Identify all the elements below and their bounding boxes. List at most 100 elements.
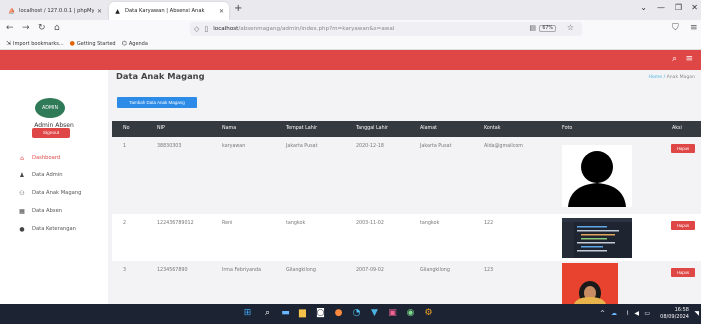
- menu-icon[interactable]: ≡: [690, 23, 698, 33]
- firefox-icon: ●: [69, 40, 75, 47]
- close-icon[interactable]: ✕: [219, 8, 224, 15]
- url-host: localhost: [213, 26, 239, 32]
- home-icon[interactable]: ⌂: [54, 23, 60, 33]
- cell-no: 2: [123, 221, 127, 226]
- bookmark-label: Import bookmarks...: [13, 40, 64, 47]
- network-icon[interactable]: ⌇: [626, 310, 629, 317]
- battery-icon[interactable]: ▭: [644, 310, 650, 317]
- sidebar-item-data-keterangan[interactable]: ● Data Keterangan: [0, 222, 108, 236]
- settings-gear-icon[interactable]: ⚙: [423, 308, 434, 319]
- hamburger-icon[interactable]: ≡: [685, 54, 693, 64]
- new-tab-icon[interactable]: +: [234, 3, 242, 14]
- url-bar[interactable]: ◇ ▯ localhost/absenmagang/admin/index.ph…: [190, 22, 582, 36]
- cell-tanggal-lahir: 2007-09-02: [356, 268, 384, 273]
- column-header-kontak[interactable]: Kontak: [484, 126, 500, 131]
- profile-silhouette-photo: [562, 145, 632, 207]
- info-icon: ●: [19, 225, 25, 233]
- column-header-tempat-lahir[interactable]: Tempat Lahir: [286, 126, 317, 131]
- sidebar-item-label: Dashboard: [32, 155, 61, 161]
- page-info-icon[interactable]: ▯: [204, 25, 208, 33]
- shield-icon[interactable]: ⛉: [672, 23, 679, 33]
- page-icon: ▲: [115, 7, 120, 15]
- cell-nip: 38830303: [157, 144, 182, 149]
- reload-icon[interactable]: ↻: [38, 23, 46, 33]
- import-icon: ⇲: [6, 40, 12, 47]
- cell-nama: karyawan: [222, 144, 246, 149]
- cell-alamat: tangkok: [420, 221, 440, 226]
- zoom-badge[interactable]: 67%: [539, 24, 556, 32]
- file-explorer-icon[interactable]: ▆: [297, 308, 308, 319]
- windows-start-icon[interactable]: ⊞: [242, 308, 253, 319]
- widgets-icon[interactable]: ▬: [280, 308, 291, 319]
- chevron-down-icon[interactable]: ⌄: [640, 3, 647, 12]
- column-header-tanggal-lahir[interactable]: Tanggal Lahir: [356, 126, 388, 131]
- chevron-up-icon[interactable]: ^: [600, 310, 605, 317]
- bookmark-import[interactable]: ⇲ Import bookmarks...: [6, 40, 64, 47]
- bookmark-label: Getting Started: [76, 40, 116, 47]
- hapus-button[interactable]: Hapus: [671, 268, 695, 277]
- cloud-icon[interactable]: ☁: [611, 310, 617, 317]
- maximize-icon[interactable]: ❐: [675, 3, 682, 12]
- column-header-no[interactable]: No: [123, 126, 130, 131]
- column-header-nip[interactable]: NIP: [157, 126, 165, 131]
- tab-data-karyawan[interactable]: ▲ Data Karyawan | Absensi Anak ✕: [109, 2, 229, 20]
- breadcrumb-current: Anak Magan: [666, 75, 695, 80]
- sidebar-item-data-admin[interactable]: ♟ Data Admin: [0, 168, 108, 182]
- sidebar-item-data-anak-magang[interactable]: ⚇ Data Anak Magang: [0, 186, 108, 200]
- column-header-foto[interactable]: Foto: [562, 126, 572, 131]
- search-icon[interactable]: ⌕: [672, 54, 677, 64]
- hapus-button[interactable]: Hapus: [671, 144, 695, 153]
- edge-icon[interactable]: ◔: [351, 308, 362, 319]
- sidebar-item-dashboard[interactable]: ⌂ Dashboard: [0, 151, 108, 165]
- shield-icon: ◇: [194, 25, 200, 33]
- sidebar-item-label: Data Anak Magang: [32, 190, 82, 196]
- phpmyadmin-icon: ⛵: [8, 7, 16, 15]
- back-icon[interactable]: ←: [6, 23, 14, 33]
- sidebar-item-label: Data Admin: [32, 172, 63, 178]
- column-header-nama[interactable]: Nama: [222, 126, 236, 131]
- camera-icon[interactable]: ◙: [315, 308, 326, 319]
- cell-alamat: Jakarta Pusat: [420, 144, 452, 149]
- sidebar-item-data-absen[interactable]: ▦ Data Absen: [0, 204, 108, 218]
- cell-nama: Reni: [222, 221, 233, 226]
- cell-tanggal-lahir: 2020-12-18: [356, 144, 384, 149]
- firefox-icon[interactable]: ●: [333, 308, 344, 319]
- sidebar-item-label: Data Absen: [32, 208, 63, 214]
- browser-tabbar: ⛵ localhost / 127.0.0.1 | phpMyA ✕ ▲ Dat…: [0, 0, 701, 20]
- breadcrumb-home[interactable]: Home: [649, 75, 663, 80]
- column-header-alamat[interactable]: Alamat: [420, 126, 437, 131]
- sidebar-item-label: Data Keterangan: [32, 226, 76, 232]
- app-icon[interactable]: ▣: [387, 308, 398, 319]
- reader-view-icon[interactable]: ▤: [529, 24, 536, 32]
- clock-date: 08/09/2024: [660, 314, 689, 320]
- bookmark-star-icon[interactable]: ☆: [567, 23, 574, 32]
- signout-button[interactable]: Signout: [32, 128, 70, 138]
- breadcrumb: Home / Anak Magan: [649, 75, 695, 80]
- cell-no: 3: [123, 268, 127, 273]
- store-icon[interactable]: ▼: [369, 308, 380, 319]
- hapus-button[interactable]: Hapus: [671, 221, 695, 230]
- clock-time: 16:58: [674, 307, 689, 313]
- cell-kontak: 122: [484, 221, 494, 226]
- cell-no: 1: [123, 144, 127, 149]
- column-header-aksi[interactable]: Aksi: [672, 126, 682, 131]
- cell-tempat-lahir: Gilangkilong: [286, 268, 316, 273]
- close-window-icon[interactable]: ✕: [691, 3, 698, 12]
- chrome-icon[interactable]: ◉: [405, 308, 416, 319]
- home-icon: ⌂: [20, 154, 24, 162]
- table-row: 2 122436789012 Reni tangkok 2003-11-02 t…: [112, 214, 701, 261]
- tab-phpmyadmin[interactable]: ⛵ localhost / 127.0.0.1 | phpMyA ✕: [3, 2, 107, 20]
- bookmark-agenda[interactable]: ⌬ Agenda: [122, 40, 148, 47]
- clock[interactable]: 16:58 08/09/2024: [660, 307, 689, 321]
- minimize-icon[interactable]: —: [657, 3, 665, 12]
- close-icon[interactable]: ✕: [97, 8, 102, 15]
- tab-label: localhost / 127.0.0.1 | phpMyA: [19, 8, 94, 14]
- bookmark-getting-started[interactable]: ● Getting Started: [70, 40, 116, 47]
- table-row: 3 1234567890 Irma Febriyanda Gilangkilon…: [112, 261, 701, 304]
- search-icon[interactable]: ⌕: [262, 308, 273, 319]
- volume-icon[interactable]: ◀: [634, 310, 639, 317]
- notification-icon[interactable]: ◥: [694, 310, 699, 317]
- forward-icon[interactable]: →: [22, 23, 30, 33]
- add-anak-magang-button[interactable]: Tambah Data Anak Magang: [117, 97, 197, 108]
- top-navbar: ⌕ ≡: [0, 50, 701, 70]
